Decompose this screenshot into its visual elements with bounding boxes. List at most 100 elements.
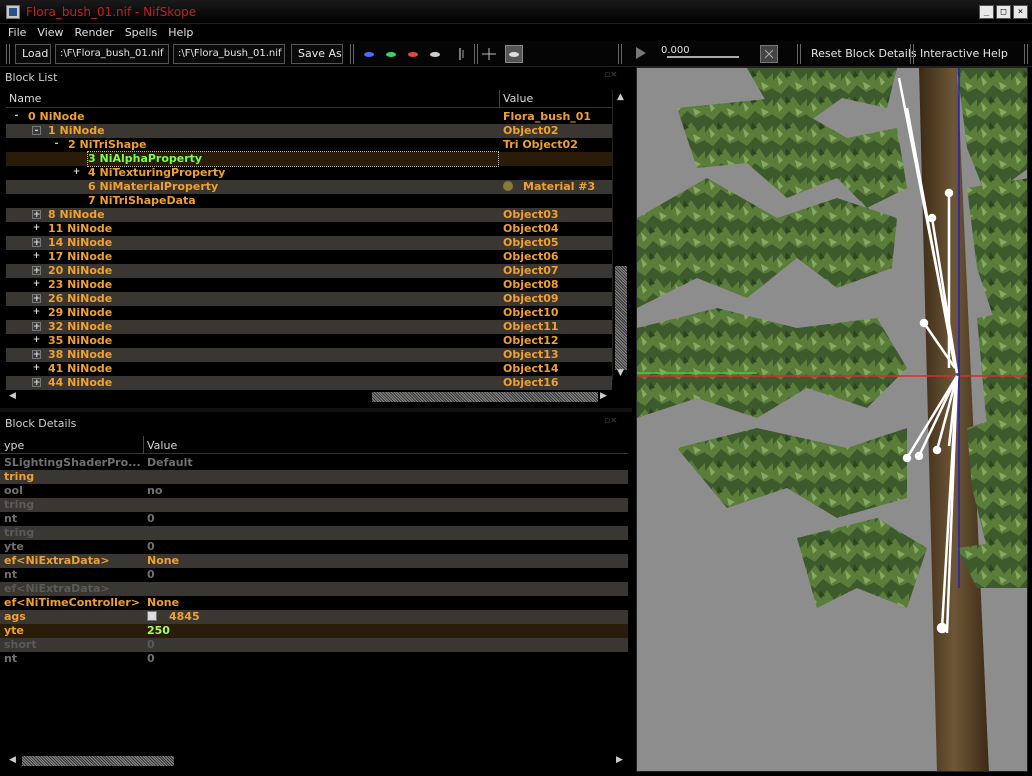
menu-file[interactable]: File	[8, 26, 26, 39]
block-list-row[interactable]: +20 NiNode Object07	[6, 264, 612, 278]
block-list-row[interactable]: 7 NiTriShapeData	[6, 194, 612, 208]
block-list-vscrollbar[interactable]: ▲ ▼	[612, 90, 628, 380]
detail-row[interactable]: yte 0	[0, 540, 628, 554]
block-list-tree[interactable]: Name Value -0 NiNode Flora_bush_01-1 NiNo…	[6, 90, 628, 390]
render-viewport[interactable]	[636, 67, 1028, 772]
scroll-right-arrow[interactable]: ▶	[616, 755, 623, 765]
column-value-header[interactable]: Value	[503, 92, 533, 105]
detail-value[interactable]: None	[147, 596, 179, 610]
loop-toggle-icon[interactable]	[760, 45, 778, 63]
load-button[interactable]: Load	[15, 44, 51, 64]
collapse-icon[interactable]: -	[52, 140, 61, 149]
detail-value[interactable]: 4845	[147, 610, 200, 624]
time-slider[interactable]	[667, 56, 739, 58]
detail-row[interactable]: nt 0	[0, 568, 628, 582]
block-list-row[interactable]: -1 NiNode Object02	[6, 124, 612, 138]
expand-icon[interactable]: +	[32, 336, 41, 345]
toolbar-grip[interactable]	[6, 44, 10, 64]
detail-row[interactable]: nt 0	[0, 652, 628, 666]
column-name-header[interactable]: Name	[9, 92, 41, 105]
scroll-left-arrow[interactable]: ◀	[9, 391, 16, 401]
save-path-input[interactable]: :\F\Flora_bush_01.nif	[173, 44, 285, 64]
block-list-row[interactable]: +8 NiNode Object03	[6, 208, 612, 222]
expand-icon[interactable]: +	[32, 294, 41, 304]
render-mode-icon[interactable]	[505, 45, 523, 63]
detail-value[interactable]: 0	[147, 540, 155, 554]
column-divider[interactable]	[499, 90, 500, 108]
detail-row[interactable]: SLightingShaderPro... Default	[0, 456, 628, 470]
collapse-icon[interactable]: -	[32, 126, 41, 136]
walk-mode-icon[interactable]	[454, 48, 468, 60]
play-icon[interactable]	[634, 47, 648, 59]
block-list-row[interactable]: +38 NiNode Object13	[6, 348, 612, 362]
view-side-icon[interactable]	[406, 48, 420, 60]
detail-row[interactable]: tring	[0, 470, 628, 484]
expand-icon[interactable]: +	[32, 224, 41, 233]
block-list-float-icon[interactable]: ▫×	[604, 70, 618, 80]
detail-value[interactable]: 0	[147, 512, 155, 526]
block-list-row[interactable]: +14 NiNode Object05	[6, 236, 612, 250]
block-list-row[interactable]: +11 NiNode Object04	[6, 222, 612, 236]
block-list-row[interactable]: +32 NiNode Object11	[6, 320, 612, 334]
view-front-icon[interactable]	[384, 48, 398, 60]
block-details-hscroll-thumb[interactable]	[22, 756, 174, 766]
detail-value[interactable]: 0	[147, 568, 155, 582]
block-list-row[interactable]: 3 NiAlphaProperty	[6, 151, 612, 167]
expand-icon[interactable]: +	[32, 350, 41, 360]
column-divider[interactable]	[143, 436, 144, 454]
column-value-header[interactable]: Value	[147, 439, 177, 452]
detail-value[interactable]: None	[147, 554, 179, 568]
detail-value[interactable]: no	[147, 484, 162, 498]
expand-icon[interactable]: +	[32, 210, 41, 220]
detail-row[interactable]: ef<NiExtraData>	[0, 582, 628, 596]
expand-icon[interactable]: +	[32, 364, 41, 373]
expand-icon[interactable]: +	[72, 168, 81, 177]
view-user-icon[interactable]	[428, 48, 442, 60]
menu-render[interactable]: Render	[75, 26, 114, 39]
minimize-button[interactable]: _	[979, 5, 994, 19]
block-list-row[interactable]: +41 NiNode Object14	[6, 362, 612, 376]
menu-help[interactable]: Help	[168, 26, 193, 39]
block-list-row[interactable]: +4 NiTexturingProperty	[6, 166, 612, 180]
detail-row[interactable]: nt 0	[0, 512, 628, 526]
collapse-icon[interactable]: -	[12, 112, 21, 121]
expand-icon[interactable]: +	[32, 238, 41, 248]
expand-icon[interactable]: +	[32, 308, 41, 317]
detail-row[interactable]: ef<NiTimeController> None	[0, 596, 628, 610]
expand-icon[interactable]: +	[32, 378, 41, 388]
scroll-right-arrow[interactable]: ▶	[600, 391, 607, 401]
detail-row[interactable]: short 0	[0, 638, 628, 652]
block-list-row[interactable]: +44 NiNode Object16	[6, 376, 612, 390]
detail-value[interactable]: 0	[147, 652, 155, 666]
menu-view[interactable]: View	[37, 26, 63, 39]
block-list-row[interactable]: +35 NiNode Object12	[6, 334, 612, 348]
detail-value[interactable]: 250	[147, 624, 170, 638]
detail-row[interactable]: ool no	[0, 484, 628, 498]
column-type-header[interactable]: ype	[4, 439, 24, 452]
block-list-row[interactable]: -0 NiNode Flora_bush_01	[6, 110, 612, 124]
expand-icon[interactable]: +	[32, 322, 41, 332]
detail-row[interactable]: ags 4845	[0, 610, 628, 624]
block-list-row[interactable]: -2 NiTriShape Tri Object02	[6, 138, 612, 152]
block-list-row[interactable]: +23 NiNode Object08	[6, 278, 612, 292]
detail-row[interactable]: yte 250	[0, 624, 628, 638]
block-list-row[interactable]: +29 NiNode Object10	[6, 306, 612, 320]
block-list-hscrollbar[interactable]: ◀ ▶	[6, 390, 612, 404]
scroll-up-arrow[interactable]: ▲	[617, 92, 624, 102]
save-as-button[interactable]: Save As	[291, 44, 343, 64]
detail-row[interactable]: tring	[0, 498, 628, 512]
expand-icon[interactable]: +	[32, 252, 41, 261]
expand-icon[interactable]: +	[32, 266, 41, 276]
block-details-table[interactable]: ype Value SLightingShaderPro... Default tr…	[0, 436, 628, 746]
interactive-help-button[interactable]: Interactive Help	[914, 44, 1014, 64]
scroll-left-arrow[interactable]: ◀	[9, 755, 16, 765]
block-details-float-icon[interactable]: ▫×	[604, 416, 618, 426]
reset-block-details-button[interactable]: Reset Block Details	[805, 44, 923, 64]
maximize-button[interactable]: □	[996, 5, 1011, 19]
scroll-down-arrow[interactable]: ▼	[617, 368, 624, 378]
close-button[interactable]: ×	[1013, 5, 1028, 19]
block-list-row[interactable]: 6 NiMaterialProperty Material #3	[6, 180, 612, 194]
flag-icon[interactable]	[147, 611, 157, 621]
detail-row[interactable]: tring	[0, 526, 628, 540]
detail-value[interactable]: 0	[147, 638, 155, 652]
